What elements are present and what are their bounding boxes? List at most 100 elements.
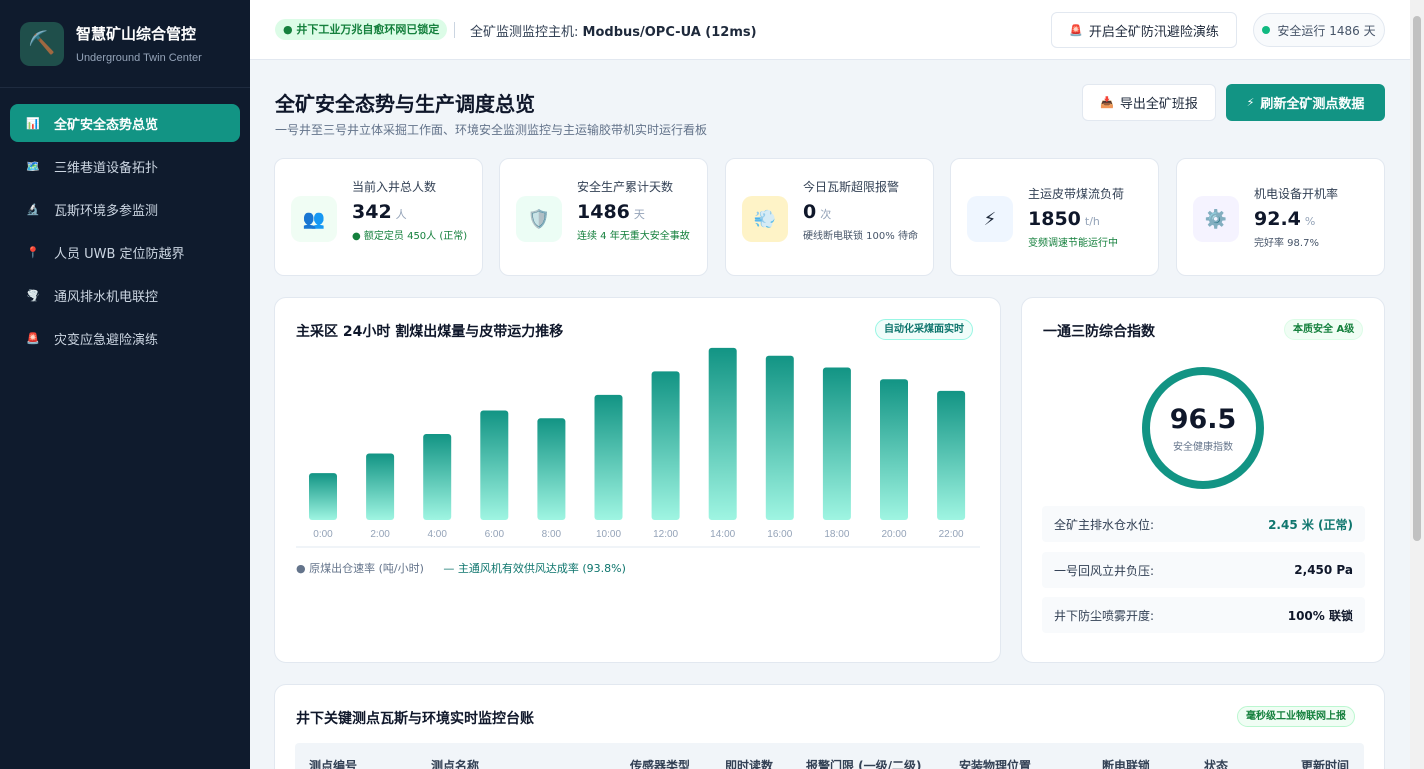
x-tick-label: 16:00 <box>767 529 792 540</box>
sidebar-item-overview[interactable]: 📊 全矿安全态势总览 <box>10 104 240 142</box>
safety-grade-chip: 本质安全 A级 <box>1284 319 1364 340</box>
page-scrollbar[interactable] <box>1410 0 1424 769</box>
brand-subtitle: Underground Twin Center <box>76 52 202 64</box>
chart-bar <box>480 410 509 520</box>
metric-label: 一号回风立井负压: <box>1054 563 1155 578</box>
chart-bar <box>651 371 680 520</box>
chart-bar <box>594 394 623 520</box>
status-dot-icon <box>1262 26 1271 34</box>
legend-bar-series: ● 原煤出仓速率 (吨/小时) <box>296 562 424 575</box>
table-header: 测点编号 测点名称 传感器类型 即时读数 报警门限 (一级/二级) 安装物理位置… <box>295 743 1364 769</box>
bar-chart: 0:00 2:00 4:00 6:00 8:00 10:00 12:00 14:00 16:00… <box>296 347 980 548</box>
kpi-note: 硬线断电联锁 100% 待命 <box>803 231 918 242</box>
kpi-value: 92.4% <box>1254 208 1316 230</box>
sidebar-item-label: 三维巷道设备拓扑 <box>54 160 159 176</box>
refresh-data-button[interactable]: ⚡ 刷新全矿测点数据 <box>1226 84 1385 121</box>
chart-bar <box>537 418 566 520</box>
kpi-card-personnel: 👥 当前入井总人数 342 人 ● 额定定员 450人 (正常) <box>274 158 483 276</box>
column-header[interactable]: 报警门限 (一级/二级) <box>806 757 922 769</box>
column-header[interactable]: 传感器类型 <box>630 757 690 769</box>
flood-drill-button[interactable]: 🚨 开启全矿防汛避险演练 <box>1051 12 1237 48</box>
metric-row-dust-spray: 井下防尘喷雾开度: 100% 联锁 <box>1042 597 1365 633</box>
safety-status-text: 安全运行 1486 天 <box>1277 23 1376 38</box>
sidebar-item-topology[interactable]: 🗺️ 三维巷道设备拓扑 <box>10 147 240 185</box>
chart-bar <box>309 473 337 520</box>
page-subtitle: 一号井至三号井立体采掘工作面、环境安全监测监控与主运输胶带机实时运行看板 <box>275 123 708 137</box>
metric-value: 2.45 米 (正常) <box>1268 517 1353 532</box>
alarm-light-icon: 🚨 <box>26 331 40 345</box>
gear-icon: ⚙️ <box>1193 196 1239 242</box>
kpi-unit: t/h <box>1084 215 1100 228</box>
kpi-note: ● 额定定员 450人 (正常) <box>352 231 468 242</box>
sidebar-item-label: 通风排水机电联控 <box>54 289 159 305</box>
metric-row-negative-pressure: 一号回风立井负压: 2,450 Pa <box>1042 552 1365 588</box>
kpi-note: 连续 4 年无重大安全事故 <box>577 231 690 242</box>
bar-chart-icon: 📊 <box>26 116 40 130</box>
scrollbar-thumb[interactable] <box>1413 16 1421 541</box>
kpi-card-safety-days: 🛡️ 安全生产累计天数 1486 天 连续 4 年无重大安全事故 <box>499 158 708 276</box>
column-header[interactable]: 测点编号 <box>309 757 357 769</box>
sensor-ledger-card: 井下关键测点瓦斯与环境实时监控台账 毫秒级工业物联网上报 测点编号 测点名称 传… <box>274 684 1385 769</box>
column-header[interactable]: 即时读数 <box>725 757 773 769</box>
column-header[interactable]: 更新时间 <box>1301 757 1349 769</box>
x-tick-label: 6:00 <box>485 529 505 540</box>
sidebar: ⛏️ 智慧矿山综合管控 Underground Twin Center 📊 全矿… <box>0 0 250 769</box>
column-header[interactable]: 断电联锁 <box>1102 757 1150 769</box>
lightning-icon: ⚡ <box>1246 96 1255 109</box>
export-report-label: 导出全矿班报 <box>1119 97 1198 112</box>
x-tick-label: 10:00 <box>596 529 621 540</box>
sidebar-item-label: 瓦斯环境多参监测 <box>54 203 159 219</box>
shield-icon: 🛡️ <box>516 196 562 242</box>
kpi-label: 机电设备开机率 <box>1254 187 1339 201</box>
x-tick-label: 8:00 <box>542 529 562 540</box>
refresh-data-label: 刷新全矿测点数据 <box>1260 97 1365 112</box>
column-header[interactable]: 状态 <box>1204 757 1228 769</box>
column-header[interactable]: 安装物理位置 <box>959 757 1031 769</box>
page-title: 全矿安全态势与生产调度总览 <box>275 92 535 116</box>
export-report-button[interactable]: 📥 导出全矿班报 <box>1082 84 1216 121</box>
sidebar-item-label: 人员 UWB 定位防越界 <box>54 246 185 262</box>
index-card-title: 一通三防综合指数 <box>1043 324 1155 340</box>
host-label: 全矿监测监控主机: <box>470 25 579 40</box>
safety-index-value: 96.5 <box>1169 403 1237 435</box>
chart-bar <box>822 367 851 520</box>
lightning-icon: ⚡ <box>967 196 1013 242</box>
x-tick-label: 20:00 <box>881 529 906 540</box>
x-tick-label: 4:00 <box>427 529 447 540</box>
table-title: 井下关键测点瓦斯与环境实时监控台账 <box>296 711 534 727</box>
map-icon: 🗺️ <box>26 159 40 173</box>
funnel-icon: 🌪️ <box>26 288 40 302</box>
topbar: ● 井下工业万兆自愈环网已锁定 全矿监测监控主机: Modbus/OPC-UA … <box>250 0 1410 60</box>
brand-title: 智慧矿山综合管控 <box>76 25 197 43</box>
alarm-light-icon: 🚨 <box>1069 23 1083 37</box>
kpi-unit: 人 <box>395 208 407 221</box>
coal-output-chart-card: 主采区 24小时 割煤出煤量与皮带运力推移 自动化采煤面实时 0:00 2:00 4… <box>274 297 1001 663</box>
sidebar-item-label: 灾变应急避险演练 <box>54 332 159 348</box>
metric-label: 全矿主排水仓水位: <box>1054 517 1155 532</box>
safety-index-label: 安全健康指数 <box>1173 441 1233 453</box>
kpi-label: 安全生产累计天数 <box>577 180 674 194</box>
sidebar-item-emergency-drill[interactable]: 🚨 灾变应急避险演练 <box>10 319 240 357</box>
kpi-value: 0次 <box>803 201 832 223</box>
sidebar-item-uwb-positioning[interactable]: 📍 人员 UWB 定位防越界 <box>10 233 240 271</box>
chart-bar <box>708 347 737 520</box>
safety-index-card: 一通三防综合指数 本质安全 A级 96.5 安全健康指数 全矿主排水仓水位: 2… <box>1021 297 1385 663</box>
kpi-label: 主运皮带煤流负荷 <box>1028 187 1125 201</box>
safety-status-pill: 安全运行 1486 天 <box>1253 13 1385 47</box>
metric-value: 100% 联锁 <box>1287 608 1353 623</box>
kpi-card-gas-alarm: 💨 今日瓦斯超限报警 0次 硬线断电联锁 100% 待命 <box>725 158 934 276</box>
x-tick-label: 12:00 <box>653 529 678 540</box>
gas-cloud-icon: 💨 <box>742 196 788 242</box>
column-header[interactable]: 测点名称 <box>431 757 479 769</box>
chart-bar <box>765 355 794 520</box>
kpi-value: 1486 天 <box>577 201 645 223</box>
x-tick-label: 22:00 <box>939 529 964 540</box>
kpi-label: 当前入井总人数 <box>352 180 437 194</box>
safety-index-gauge: 96.5 安全健康指数 <box>1142 367 1264 489</box>
x-tick-label: 0:00 <box>313 529 333 540</box>
sidebar-item-gas-monitor[interactable]: 🔬 瓦斯环境多参监测 <box>10 190 240 228</box>
kpi-value: 342 人 <box>352 201 407 223</box>
sidebar-item-ventilation[interactable]: 🌪️ 通风排水机电联控 <box>10 276 240 314</box>
chart-bar <box>366 453 395 520</box>
sidebar-nav: 📊 全矿安全态势总览 🗺️ 三维巷道设备拓扑 🔬 瓦斯环境多参监测 📍 人员 U… <box>0 104 250 357</box>
